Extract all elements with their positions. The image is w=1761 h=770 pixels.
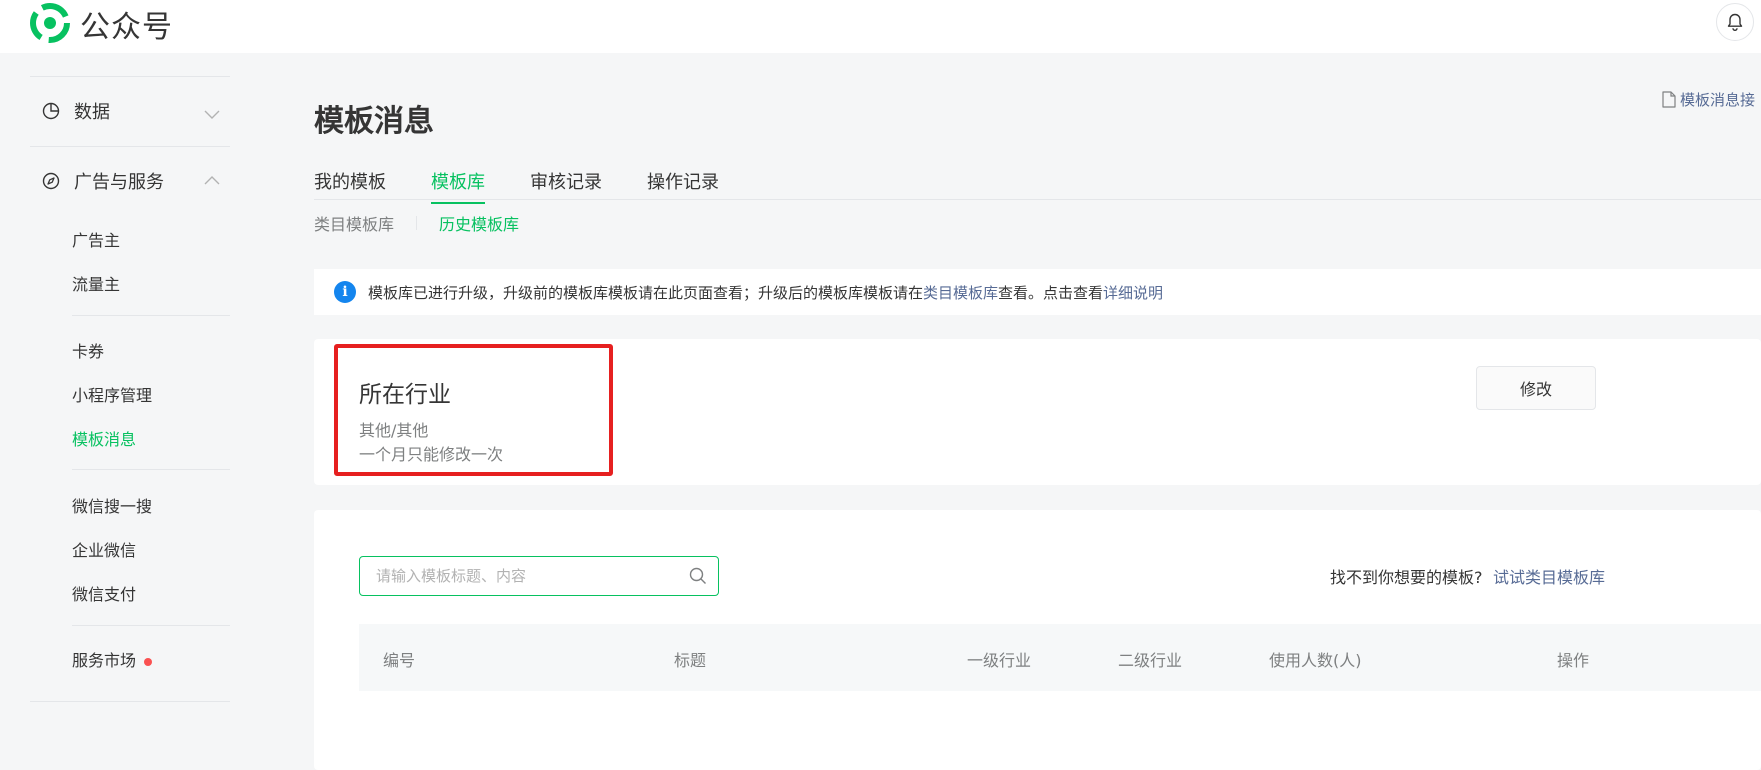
- industry-card: 所在行业 其他/其他 一个月只能修改一次 修改: [314, 339, 1761, 485]
- column-header-users: 使用人数(人): [1269, 651, 1362, 670]
- info-icon: i: [334, 281, 356, 303]
- notice-bar: i 模板库已进行升级，升级前的模板库模板请在此页面查看；升级后的模板库模板请在 …: [314, 269, 1761, 315]
- tab-review-records[interactable]: 审核记录: [530, 168, 602, 202]
- sidebar-item-wechat-pay[interactable]: 微信支付: [72, 581, 136, 605]
- divider: [72, 315, 230, 316]
- page-title: 模板消息: [314, 104, 434, 139]
- tab-divider: [314, 199, 1761, 200]
- column-header-secondary-industry: 二级行业: [1118, 651, 1183, 670]
- sidebar-group-label: 广告与服务: [74, 172, 164, 193]
- sidebar-group-data[interactable]: 数据: [42, 98, 110, 124]
- column-header-title: 标题: [674, 651, 707, 670]
- template-library-card: 找不到你想要的模板? 试试类目模板库 编号 标题 一级行业 二级行业 使用人数(…: [314, 510, 1761, 770]
- subtab-history-library[interactable]: 历史模板库: [439, 211, 519, 235]
- divider: [72, 469, 230, 470]
- notice-text: 查看。点击查看: [998, 283, 1104, 302]
- compass-icon: [42, 172, 60, 190]
- top-bar: 公众号: [0, 0, 1761, 53]
- details-link[interactable]: 详细说明: [1103, 282, 1163, 303]
- divider: [416, 216, 418, 230]
- sidebar-item-template-message[interactable]: 模板消息: [72, 426, 136, 450]
- sidebar-item-cards[interactable]: 卡券: [72, 338, 104, 362]
- sidebar-item-service-market[interactable]: 服务市场: [72, 647, 153, 671]
- chevron-up-icon[interactable]: [204, 175, 220, 185]
- sidebar-item-mini-program[interactable]: 小程序管理: [72, 382, 152, 406]
- doc-link-label: 模板消息接: [1680, 91, 1756, 109]
- bell-icon: [1727, 13, 1743, 31]
- column-header-primary-industry: 一级行业: [967, 651, 1032, 670]
- main-content: 模板消息 模板消息接 我的模板 模板库 审核记录 操作记录 类目模板库 历史模板…: [314, 53, 1761, 770]
- sidebar-item-wechat-search[interactable]: 微信搜一搜: [72, 493, 152, 517]
- column-header-actions: 操作: [1557, 651, 1590, 670]
- sidebar-item-advertiser[interactable]: 广告主: [72, 227, 120, 251]
- notification-button[interactable]: [1716, 3, 1754, 41]
- divider: [30, 146, 230, 147]
- tab-bar: 我的模板 模板库 审核记录 操作记录: [314, 168, 1761, 254]
- category-library-link[interactable]: 类目模板库: [923, 282, 998, 303]
- search-box: [359, 556, 719, 596]
- sidebar-group-ads-services[interactable]: 广告与服务: [42, 168, 164, 194]
- industry-note: 一个月只能修改一次: [359, 445, 504, 464]
- industry-value: 其他/其他: [359, 421, 429, 440]
- sidebar-item-publisher[interactable]: 流量主: [72, 271, 120, 295]
- column-header-id: 编号: [383, 651, 416, 670]
- wechat-mp-logo-icon[interactable]: [30, 3, 70, 43]
- modify-button[interactable]: 修改: [1476, 366, 1596, 410]
- document-icon: [1662, 91, 1676, 108]
- industry-title: 所在行业: [359, 382, 451, 408]
- not-found-text: 找不到你想要的模板?: [1330, 568, 1483, 587]
- divider: [72, 625, 230, 626]
- divider: [30, 701, 230, 702]
- category-library-link[interactable]: 试试类目模板库: [1493, 564, 1605, 588]
- doc-link[interactable]: 模板消息接: [1662, 89, 1755, 110]
- sidebar: 数据 广告与服务 广告主 流量主 卡券 小程序管理 模板消息 微信搜一搜 企业微…: [0, 53, 260, 710]
- tab-my-templates[interactable]: 我的模板: [314, 168, 386, 202]
- notification-dot: [144, 657, 153, 666]
- logo-text[interactable]: 公众号: [80, 2, 173, 46]
- table-header: 编号 标题 一级行业 二级行业 使用人数(人) 操作: [359, 624, 1761, 691]
- sub-tab-bar: 类目模板库 历史模板库: [314, 211, 519, 235]
- search-input[interactable]: [376, 565, 676, 587]
- pie-chart-icon: [42, 102, 60, 120]
- notice-text: 模板库已进行升级，升级前的模板库模板请在此页面查看；升级后的模板库模板请在: [368, 283, 924, 302]
- subtab-category-library[interactable]: 类目模板库: [314, 211, 394, 235]
- sidebar-group-label: 数据: [74, 102, 110, 123]
- tab-operation-records[interactable]: 操作记录: [647, 168, 719, 202]
- search-icon[interactable]: [689, 567, 707, 585]
- chevron-down-icon[interactable]: [204, 110, 220, 120]
- divider: [30, 76, 230, 77]
- sidebar-item-wecom[interactable]: 企业微信: [72, 537, 136, 561]
- sidebar-item-label: 服务市场: [72, 651, 137, 670]
